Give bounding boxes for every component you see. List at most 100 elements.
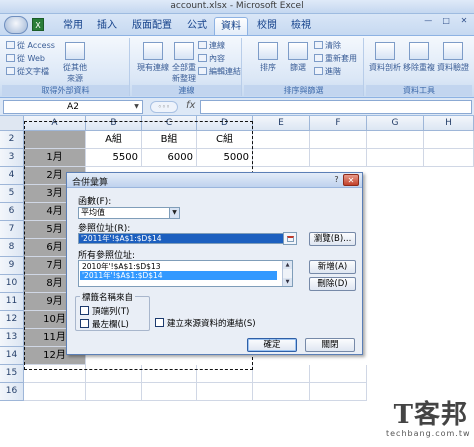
- cell[interactable]: [424, 131, 474, 149]
- from-web-button[interactable]: 從 Web: [6, 53, 45, 64]
- cell[interactable]: [310, 149, 367, 167]
- column-header[interactable]: G: [367, 116, 424, 131]
- dialog-title-bar[interactable]: 合併彙算 ? ✕: [67, 173, 362, 188]
- formula-bar-expand-handle[interactable]: ◦◦◦: [150, 101, 178, 113]
- column-header[interactable]: E: [253, 116, 310, 131]
- reapply-button[interactable]: 重新套用: [314, 53, 357, 64]
- column-header[interactable]: D: [197, 116, 253, 131]
- column-header[interactable]: C: [142, 116, 197, 131]
- cell[interactable]: C組: [197, 131, 253, 149]
- row-header[interactable]: 11: [0, 293, 24, 311]
- cell[interactable]: [367, 149, 424, 167]
- list-item[interactable]: 2010年'!$A$1:$D$13: [80, 262, 277, 271]
- reference-input[interactable]: '2011年'!$A$1:$D$14: [78, 233, 289, 244]
- properties-button[interactable]: 內容: [198, 53, 225, 64]
- cell[interactable]: [253, 131, 310, 149]
- cell[interactable]: [86, 383, 142, 401]
- row-header[interactable]: 10: [0, 275, 24, 293]
- cell[interactable]: [24, 131, 86, 149]
- tab-home[interactable]: 常用: [58, 17, 88, 35]
- row-header[interactable]: 16: [0, 383, 24, 401]
- function-select[interactable]: 平均值 ▼: [78, 207, 180, 219]
- cell[interactable]: 6000: [142, 149, 197, 167]
- cell[interactable]: 5000: [197, 149, 253, 167]
- refresh-all-button[interactable]: 全部重新整理: [172, 42, 196, 84]
- cell[interactable]: [197, 365, 253, 383]
- existing-connections-button[interactable]: 現有連線: [134, 42, 172, 73]
- top-row-checkbox[interactable]: 頂端列(T): [80, 305, 129, 317]
- row-header[interactable]: 15: [0, 365, 24, 383]
- link-source-checkbox[interactable]: 建立來源資料的連結(S): [155, 317, 256, 329]
- cell[interactable]: [253, 149, 310, 167]
- cell[interactable]: B組: [142, 131, 197, 149]
- cell[interactable]: [197, 383, 253, 401]
- remove-duplicates-button[interactable]: 移除重複: [402, 42, 436, 73]
- row-header[interactable]: 4: [0, 167, 24, 185]
- row-header[interactable]: 3: [0, 149, 24, 167]
- tab-view[interactable]: 檢視: [286, 17, 316, 35]
- office-button[interactable]: [4, 16, 28, 34]
- cell[interactable]: [142, 383, 197, 401]
- row-header[interactable]: 9: [0, 257, 24, 275]
- row-header[interactable]: 12: [0, 311, 24, 329]
- ok-button[interactable]: 確定: [247, 338, 297, 352]
- from-other-sources-button[interactable]: 從其他來源: [60, 42, 90, 84]
- tab-page-layout[interactable]: 版面配置: [126, 17, 178, 35]
- scrollbar[interactable]: ▲ ▼: [282, 261, 292, 286]
- row-header[interactable]: 2: [0, 131, 24, 149]
- tab-review[interactable]: 校閱: [252, 17, 282, 35]
- left-column-checkbox[interactable]: 最左欄(L): [80, 318, 129, 330]
- tab-formulas[interactable]: 公式: [182, 17, 212, 35]
- sort-button[interactable]: 排序: [254, 42, 282, 73]
- cell[interactable]: [24, 383, 86, 401]
- row-header[interactable]: 7: [0, 221, 24, 239]
- cell[interactable]: [424, 149, 474, 167]
- row-header[interactable]: 6: [0, 203, 24, 221]
- maximize-icon[interactable]: □: [440, 16, 452, 26]
- filter-button[interactable]: 篩選: [284, 42, 312, 73]
- select-all-corner[interactable]: [0, 116, 24, 131]
- row-header[interactable]: 13: [0, 329, 24, 347]
- row-header[interactable]: 14: [0, 347, 24, 365]
- list-item[interactable]: '2011年'!$A$1:$D$14: [80, 271, 277, 280]
- close-button[interactable]: 關閉: [305, 338, 355, 352]
- text-to-columns-button[interactable]: 資料剖析: [368, 42, 402, 73]
- scroll-down-icon[interactable]: ▼: [283, 278, 292, 286]
- cell[interactable]: [310, 365, 367, 383]
- delete-button[interactable]: 刪除(D): [309, 277, 356, 291]
- from-access-button[interactable]: 從 Access: [6, 40, 55, 51]
- cell[interactable]: [86, 365, 142, 383]
- column-header[interactable]: H: [424, 116, 474, 131]
- cell[interactable]: [142, 365, 197, 383]
- cell[interactable]: [253, 383, 310, 401]
- insert-function-icon[interactable]: fx: [186, 100, 195, 111]
- cell[interactable]: [310, 383, 367, 401]
- row-header[interactable]: 8: [0, 239, 24, 257]
- advanced-button[interactable]: 進階: [314, 66, 341, 77]
- cell[interactable]: A組: [86, 131, 142, 149]
- row-header[interactable]: 5: [0, 185, 24, 203]
- cell[interactable]: [253, 365, 310, 383]
- connections-button[interactable]: 連線: [198, 40, 225, 51]
- scroll-up-icon[interactable]: ▲: [283, 261, 292, 269]
- add-button[interactable]: 新增(A): [309, 260, 356, 274]
- cell[interactable]: [310, 131, 367, 149]
- cell[interactable]: [24, 365, 86, 383]
- column-header[interactable]: F: [310, 116, 367, 131]
- data-validation-button[interactable]: 資料驗證: [436, 42, 470, 73]
- close-icon[interactable]: ✕: [343, 174, 359, 186]
- help-icon[interactable]: ?: [331, 175, 342, 185]
- column-header[interactable]: A: [24, 116, 86, 131]
- column-header[interactable]: B: [86, 116, 142, 131]
- chevron-down-icon[interactable]: ▼: [169, 208, 179, 218]
- collapse-dialog-icon[interactable]: [283, 232, 297, 245]
- from-text-button[interactable]: 從文字檔: [6, 66, 49, 77]
- clear-button[interactable]: 清除: [314, 40, 341, 51]
- cell[interactable]: [367, 131, 424, 149]
- tab-data[interactable]: 資料: [214, 17, 248, 35]
- close-window-icon[interactable]: ✕: [458, 16, 470, 26]
- cell[interactable]: 5500: [86, 149, 142, 167]
- chevron-down-icon[interactable]: ▼: [132, 102, 141, 112]
- tab-insert[interactable]: 插入: [92, 17, 122, 35]
- name-box[interactable]: A2 ▼: [3, 100, 143, 114]
